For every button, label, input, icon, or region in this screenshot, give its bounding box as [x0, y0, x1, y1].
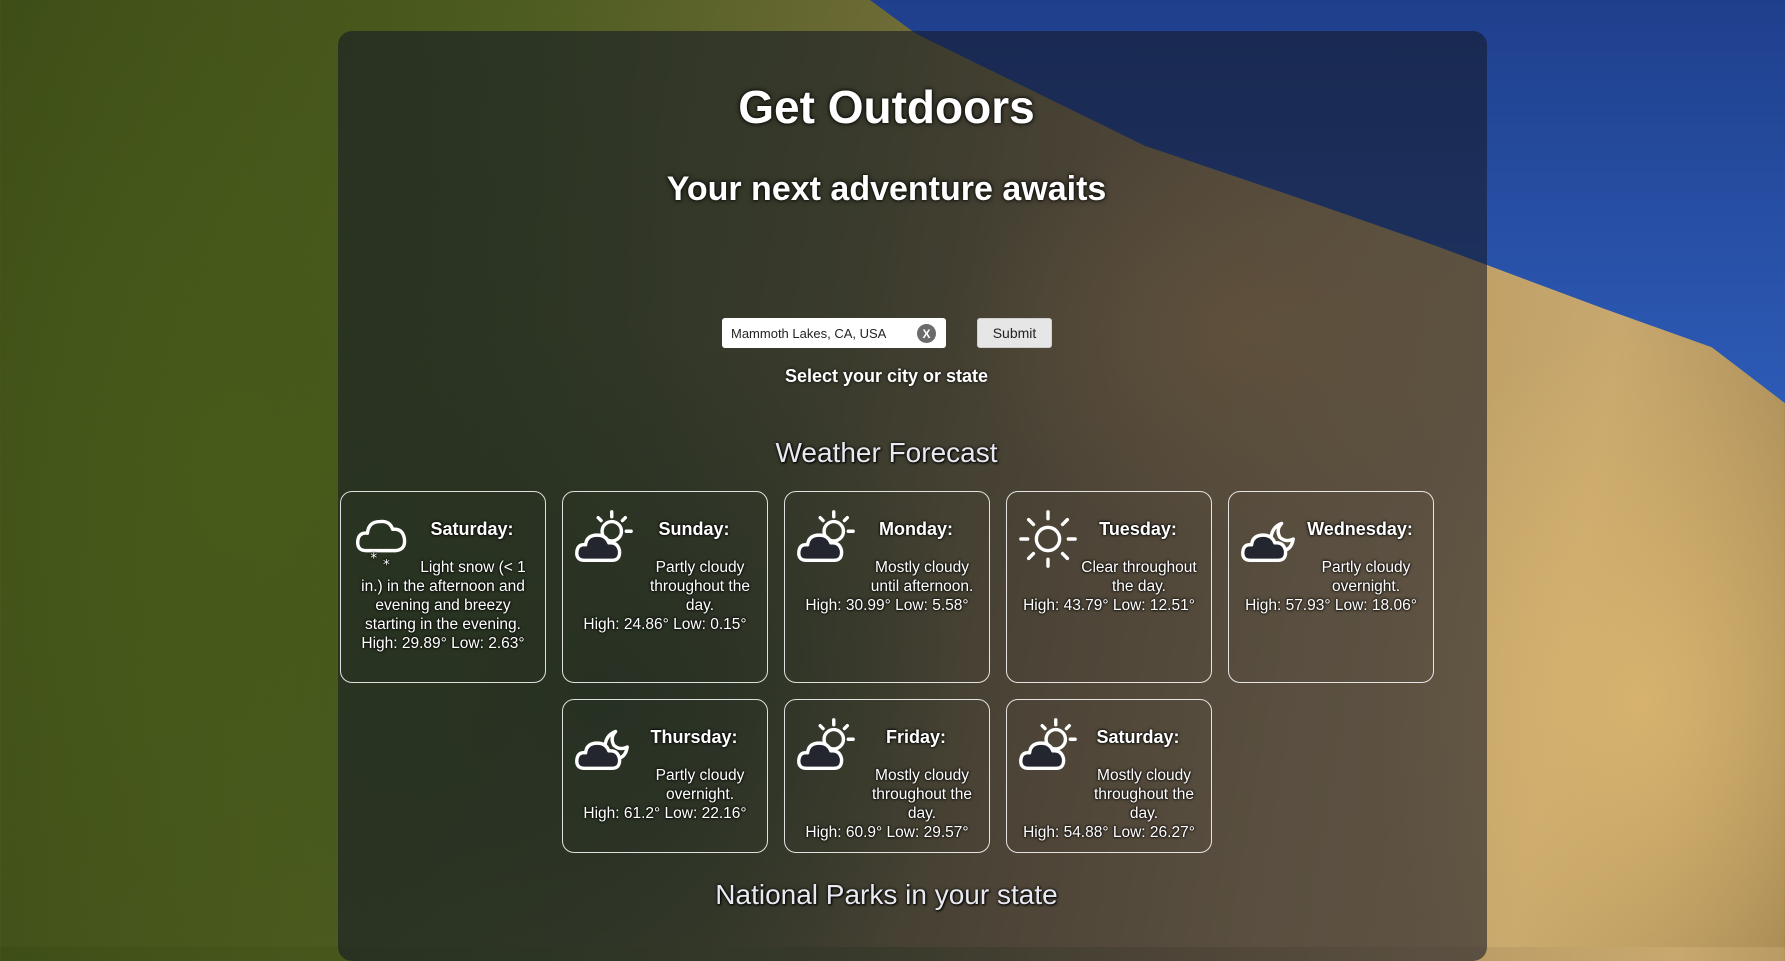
forecast-temps: High: 24.86° Low: 0.15° — [583, 616, 747, 633]
forecast-card: Friday: Mostly cloudy throughout the day… — [784, 699, 990, 853]
snow-cloud-icon: * * — [356, 519, 407, 570]
forecast-temps: High: 57.93° Low: 18.06° — [1245, 597, 1417, 614]
forecast-day: Saturday: — [1096, 727, 1180, 747]
forecast-description: Mostly cloudy until afternoon. — [870, 559, 974, 595]
forecast-day: Wednesday: — [1307, 519, 1413, 539]
forecast-card: Thursday: Partly cloudy overnight. High:… — [562, 699, 768, 853]
partly-cloudy-icon — [797, 718, 855, 771]
forecast-card: Monday: Mostly cloudy until afternoon. H… — [784, 491, 990, 683]
forecast-day: Tuesday: — [1099, 519, 1177, 539]
forecast-card: * * Saturday: Light snow (< 1 in.) in th… — [340, 491, 546, 683]
sun-icon — [1019, 510, 1077, 568]
forecast-temps: High: 29.89° Low: 2.63° — [361, 635, 525, 652]
forecast-day: Monday: — [879, 519, 953, 539]
location-search-input[interactable] — [731, 318, 911, 348]
partly-cloudy-icon — [575, 510, 633, 563]
forecast-day: Saturday: — [430, 519, 514, 539]
page-subtitle: Your next adventure awaits — [666, 170, 1107, 208]
forecast-temps: High: 43.79° Low: 12.51° — [1023, 597, 1195, 614]
search-hint: Select your city or state — [784, 366, 989, 386]
page-title: Get Outdoors — [738, 81, 1035, 133]
partly-cloudy-night-icon — [575, 729, 629, 771]
clear-search-button[interactable]: X — [917, 324, 936, 343]
forecast-temps: High: 61.2° Low: 22.16° — [583, 805, 747, 822]
forecast-card: Saturday: Mostly cloudy throughout the d… — [1006, 699, 1212, 853]
svg-text:*: * — [383, 557, 390, 570]
forecast-card: Tuesday: Clear throughout the day. High:… — [1006, 491, 1212, 683]
forecast-temps: High: 30.99° Low: 5.58° — [805, 597, 969, 614]
partly-cloudy-icon — [797, 510, 855, 563]
forecast-card: Wednesday: Partly cloudy overnight. High… — [1228, 491, 1434, 683]
forecast-description: Partly cloudy overnight. — [1321, 559, 1411, 595]
forecast-card: Sunday: Partly cloudy throughout the day… — [562, 491, 768, 683]
forecast-temps: High: 54.88° Low: 26.27° — [1023, 824, 1195, 841]
weather-heading: Weather Forecast — [775, 437, 998, 468]
location-search-box — [722, 318, 946, 348]
forecast-description: Partly cloudy throughout the day. — [650, 559, 750, 614]
forecast-description: Mostly cloudy throughout the day. — [1094, 767, 1194, 822]
partly-cloudy-icon — [1019, 718, 1077, 771]
forecast-description: Partly cloudy overnight. — [655, 767, 745, 803]
partly-cloudy-night-icon — [1241, 521, 1295, 563]
forecast-description: Mostly cloudy throughout the day. — [872, 767, 972, 822]
forecast-description: Clear throughout the day. — [1081, 559, 1197, 595]
forecast-day: Thursday: — [650, 727, 738, 747]
forecast-day: Friday: — [885, 727, 946, 747]
forecast-day: Sunday: — [658, 519, 730, 539]
forecast-description: Light snow (< 1 in.) in the afternoon an… — [361, 559, 526, 633]
forecast-temps: High: 60.9° Low: 29.57° — [805, 824, 969, 841]
parks-heading: National Parks in your state — [715, 879, 1058, 910]
submit-button[interactable]: Submit — [977, 318, 1052, 348]
svg-text:*: * — [370, 550, 377, 566]
